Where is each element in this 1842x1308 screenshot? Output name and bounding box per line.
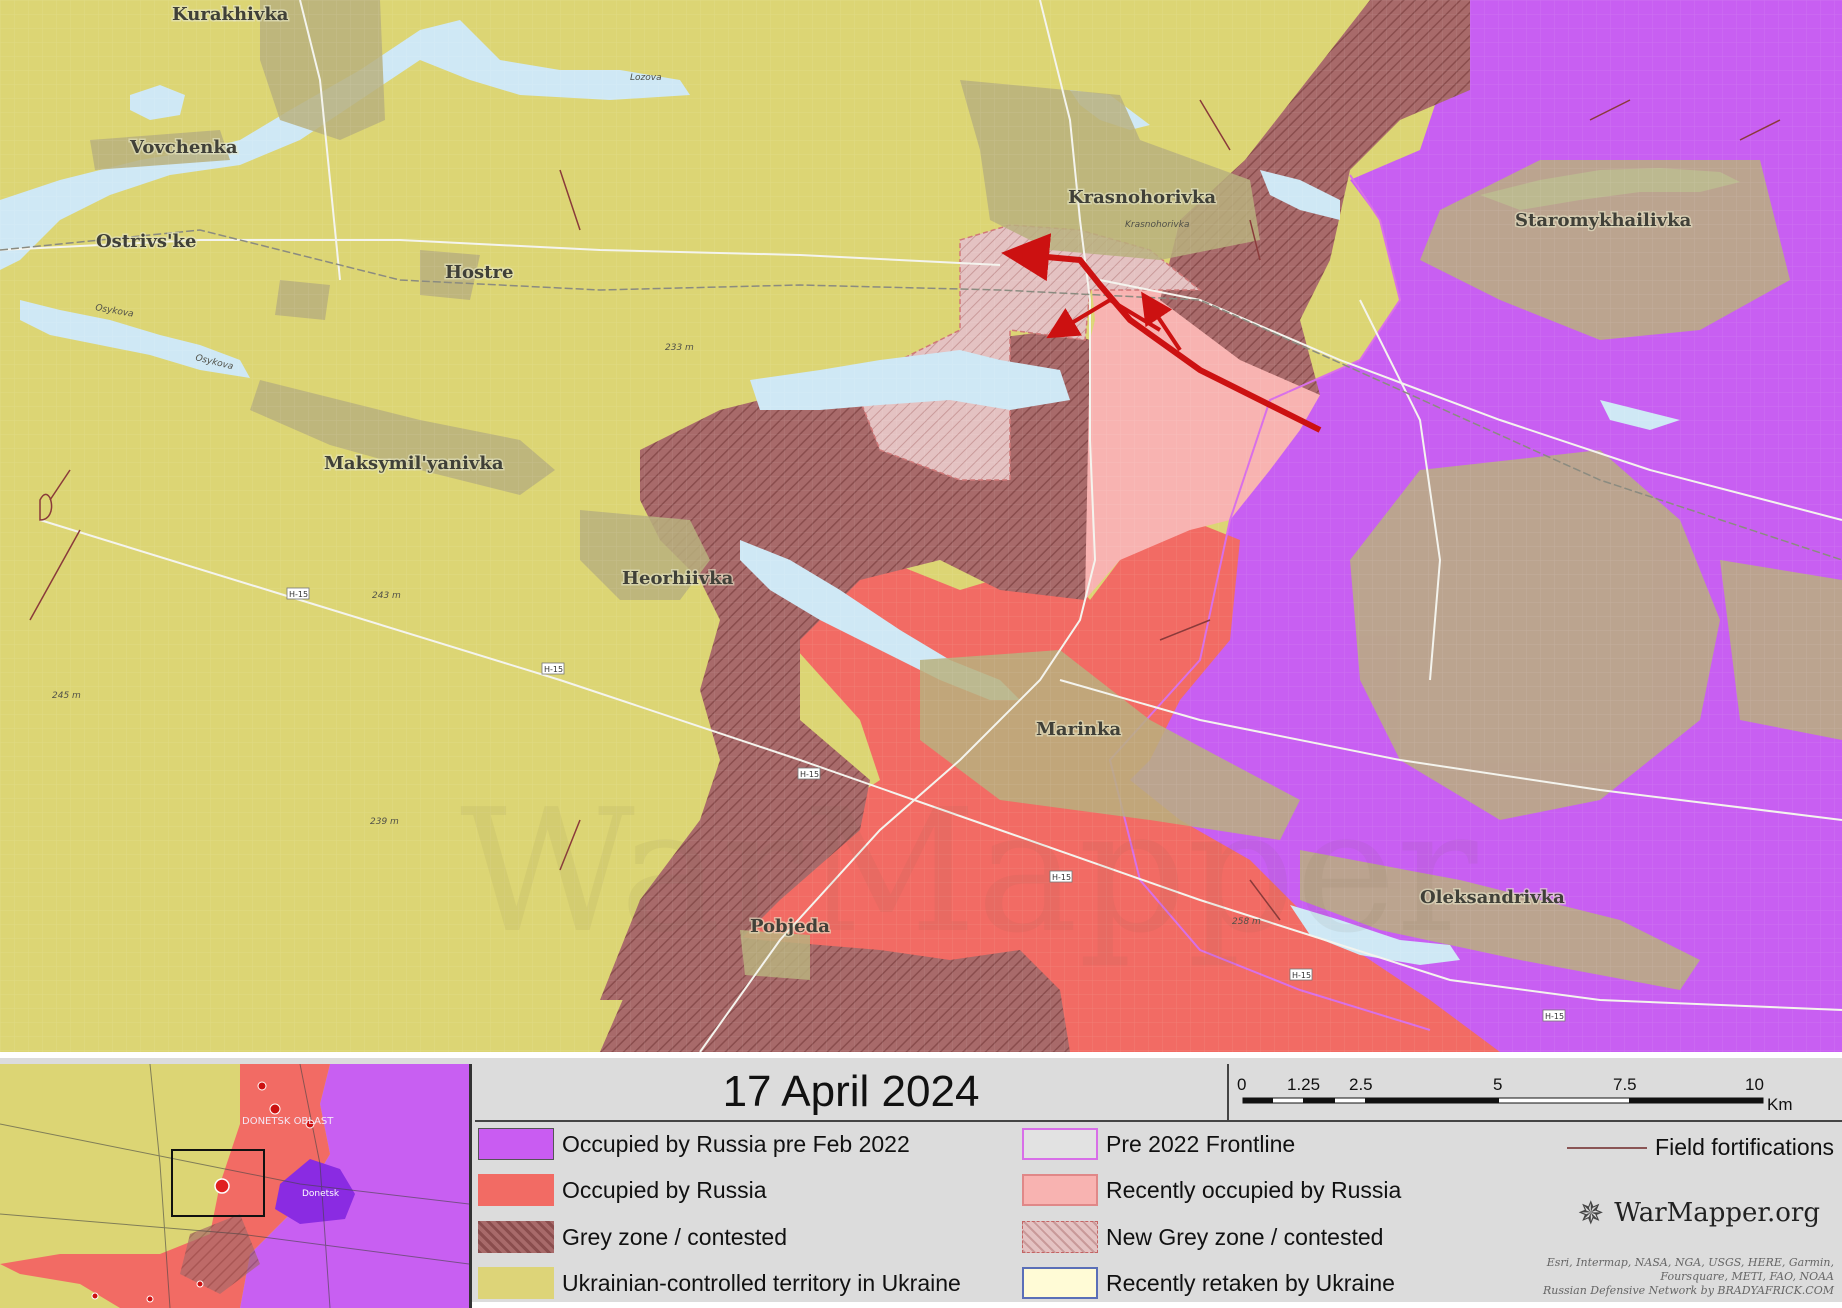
- scale-tick: 1.25: [1287, 1075, 1320, 1094]
- legend-label: Ukrainian-controlled territory in Ukrain…: [562, 1269, 961, 1296]
- elevation-label: 233 m: [665, 343, 694, 353]
- scale-unit: Km: [1767, 1095, 1793, 1114]
- fortification-line-swatch: [1567, 1146, 1648, 1149]
- road-label: H-15: [1292, 971, 1311, 980]
- watermark: WarMapper: [460, 773, 1478, 971]
- legend-swatch: [1022, 1128, 1098, 1160]
- legend-label: Recently retaken by Ukraine: [1106, 1269, 1395, 1296]
- road-label: H-15: [1545, 1012, 1564, 1021]
- scale-tick: 0: [1237, 1075, 1246, 1094]
- legend-item: Recently retaken by Ukraine: [1022, 1265, 1395, 1301]
- legend-label: Grey zone / contested: [562, 1223, 788, 1250]
- legend-panel: DONETSK OBLAST Donetsk 17 April 2024 0 1…: [0, 1052, 1842, 1308]
- credit-line: Esri, Intermap, NASA, NGA, USGS, HERE, G…: [1546, 1256, 1834, 1269]
- scale-bar: 0 1.25 2.5 5 7.5 10 Km: [1229, 1064, 1842, 1120]
- scale-tick: 5: [1493, 1075, 1502, 1094]
- legend-fortifications: Field fortifications: [1567, 1134, 1834, 1161]
- legend-label: Occupied by Russia pre Feb 2022: [562, 1130, 910, 1157]
- legend-label: Pre 2022 Frontline: [1106, 1130, 1296, 1157]
- compass-rose-icon: ✵: [1577, 1194, 1605, 1232]
- scale-tick: 2.5: [1349, 1075, 1373, 1094]
- credits: Esri, Intermap, NASA, NGA, USGS, HERE, G…: [1543, 1256, 1834, 1298]
- place-label: Krasnohorivka: [1068, 187, 1216, 208]
- legend-label: Occupied by Russia: [562, 1176, 767, 1203]
- road-label: H-15: [1052, 873, 1071, 882]
- legend-item: Grey zone / contested: [478, 1219, 787, 1255]
- legend-item: Recently occupied by Russia: [1022, 1172, 1401, 1208]
- inset-map[interactable]: DONETSK OBLAST Donetsk: [0, 1064, 472, 1308]
- legend-swatch: [478, 1128, 554, 1160]
- scale-tick: 10: [1745, 1075, 1764, 1094]
- inset-city-label: Donetsk: [302, 1189, 340, 1199]
- place-label: Staromykhailivka: [1515, 210, 1692, 231]
- legend-item: Occupied by Russia pre Feb 2022: [478, 1126, 910, 1162]
- legend-item: New Grey zone / contested: [1022, 1219, 1383, 1255]
- place-label: Vovchenka: [129, 137, 238, 158]
- river-label: Lozova: [630, 73, 662, 83]
- place-label: Hostre: [445, 262, 513, 283]
- legend-swatch: [478, 1221, 554, 1253]
- legend-item: Occupied by Russia: [478, 1172, 767, 1208]
- scale-tick: 7.5: [1613, 1075, 1637, 1094]
- map-date: 17 April 2024: [475, 1064, 1229, 1120]
- elevation-label: 245 m: [52, 691, 81, 701]
- road-label: H-15: [289, 590, 308, 599]
- legend-label: Field fortifications: [1655, 1134, 1834, 1160]
- place-label: Heorhiivka: [622, 568, 734, 589]
- legend-swatch: [1022, 1174, 1098, 1206]
- legend-swatch: [1022, 1221, 1098, 1253]
- place-label: Oleksandrivka: [1420, 887, 1565, 908]
- legend-label: New Grey zone / contested: [1106, 1223, 1384, 1250]
- title-row: 17 April 2024 0 1.25 2.5 5 7.5 10 Km: [475, 1064, 1842, 1122]
- legend-swatch: [478, 1267, 554, 1299]
- elevation-label: 239 m: [370, 817, 399, 827]
- legend-label: Recently occupied by Russia: [1106, 1176, 1402, 1203]
- station-label: Krasnohorivka: [1125, 220, 1189, 230]
- legend-swatch: [478, 1174, 554, 1206]
- legend-swatch: [1022, 1267, 1098, 1299]
- legend-item: Ukrainian-controlled territory in Ukrain…: [478, 1265, 961, 1301]
- elevation-label: 243 m: [372, 591, 401, 601]
- inset-marinka-marker: [214, 1178, 230, 1194]
- credit-line: Foursquare, METI, FAO, NOAA: [1660, 1270, 1834, 1283]
- place-label: Marinka: [1036, 719, 1121, 740]
- inset-oblast-label: DONETSK OBLAST: [242, 1116, 334, 1127]
- elevation-label: 258 m: [1232, 917, 1261, 927]
- road-label: H-15: [544, 665, 563, 674]
- legend-item: Pre 2022 Frontline: [1022, 1126, 1295, 1162]
- place-label: Pobjeda: [750, 916, 830, 937]
- credit-line: Russian Defensive Network by BRADYAFRICK…: [1542, 1284, 1834, 1297]
- road-label: H-15: [800, 770, 819, 779]
- place-label: Maksymil'yanivka: [324, 453, 504, 474]
- place-label: Ostrivs'ke: [96, 231, 196, 252]
- brand-name: WarMapper.org: [1614, 1198, 1820, 1228]
- map-canvas[interactable]: WarMapper Kurakhivka Vovchenka Ostrivs'k…: [0, 0, 1842, 1052]
- brand[interactable]: ✵ WarMapper.org: [1577, 1194, 1820, 1232]
- place-label: Kurakhivka: [172, 4, 289, 25]
